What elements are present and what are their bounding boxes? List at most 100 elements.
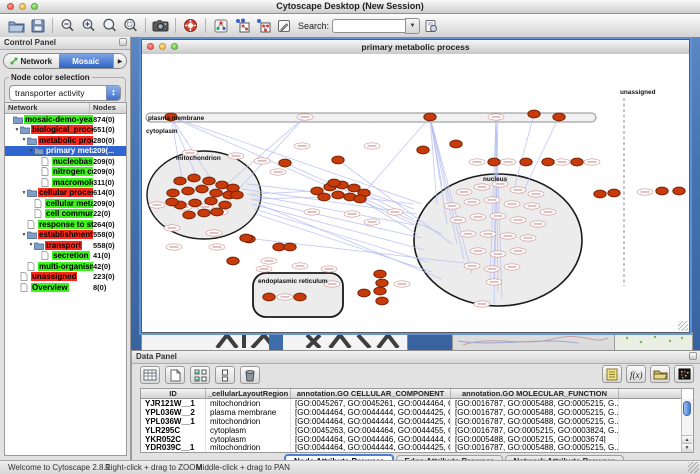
table-row[interactable]: YLR295Ccytoplasm[GO:0045263, GO:0044464,… bbox=[141, 426, 693, 435]
table-cell[interactable] bbox=[619, 408, 682, 417]
network-node-selected-color[interactable] bbox=[205, 197, 217, 205]
table-cell[interactable]: [GO:0016787, GO:0005488, GO:0005215, G..… bbox=[451, 443, 619, 452]
search-dropdown-icon[interactable]: ▼ bbox=[405, 18, 420, 34]
network-node-selected-color[interactable] bbox=[196, 185, 208, 193]
table-cell[interactable] bbox=[619, 435, 682, 444]
table-column-header[interactable] bbox=[619, 389, 682, 399]
table-cell[interactable] bbox=[619, 426, 682, 435]
network-edge[interactable] bbox=[364, 117, 430, 193]
table-cell[interactable]: [GO:0045267, GO:0045261, GO:0044464, G..… bbox=[291, 399, 451, 408]
region-mitochondrion[interactable] bbox=[147, 151, 261, 239]
network-node-selected-color[interactable] bbox=[376, 279, 388, 287]
scroll-down-icon[interactable]: ▼ bbox=[682, 443, 692, 452]
background-window[interactable] bbox=[452, 332, 616, 350]
network-edge[interactable] bbox=[254, 209, 428, 262]
table-cell[interactable]: YPL036W__2 bbox=[141, 408, 206, 417]
network-node-selected-color[interactable] bbox=[211, 208, 223, 216]
table-cell[interactable]: [GO:0005488, GO:0005215, GO:0003674] bbox=[451, 435, 619, 444]
network-edge[interactable] bbox=[256, 214, 432, 272]
table-row[interactable]: YJR121W__1mitochondrion[GO:0045267, GO:0… bbox=[141, 399, 693, 408]
network-node-selected-color[interactable] bbox=[553, 113, 565, 121]
network-node-selected-color[interactable] bbox=[203, 177, 215, 185]
network-view-window[interactable]: primary metabolic process plasma membran… bbox=[141, 39, 690, 333]
open-file-icon[interactable] bbox=[6, 16, 27, 35]
network-node-selected-color[interactable] bbox=[166, 198, 178, 206]
table-cell[interactable]: [GO:0044464, GO:0044444, GO:0044425, G..… bbox=[291, 443, 451, 452]
attribute-grid-icon[interactable] bbox=[140, 366, 160, 384]
network-node-selected-color[interactable] bbox=[424, 113, 436, 121]
network-tree-row[interactable]: response to stimulu264(0) bbox=[5, 219, 126, 230]
network-tree-row[interactable]: ▼transport558(0) bbox=[5, 240, 126, 251]
network-node-selected-color[interactable] bbox=[240, 234, 252, 242]
network-node-selected-color[interactable] bbox=[594, 190, 606, 198]
network-edge[interactable] bbox=[250, 199, 422, 238]
network-node-selected-color[interactable] bbox=[174, 177, 186, 185]
network-canvas[interactable]: plasma membranecytoplasmmitochondrionnuc… bbox=[142, 54, 689, 332]
zoom-out-icon[interactable] bbox=[57, 16, 78, 35]
table-cell[interactable] bbox=[619, 443, 682, 452]
background-window[interactable] bbox=[614, 332, 693, 350]
network-node-selected-color[interactable] bbox=[263, 293, 275, 301]
network-node-selected-color[interactable] bbox=[354, 195, 366, 203]
table-column-header[interactable]: annotation.GO CELLULAR_COMPONENT bbox=[291, 389, 451, 399]
table-cell[interactable]: mitochondrion bbox=[206, 417, 291, 426]
table-cell[interactable]: [GO:0044464, GO:0044444, GO:0044425, G..… bbox=[291, 408, 451, 417]
table-cell[interactable]: mitochondrion bbox=[206, 399, 291, 408]
table-cell[interactable]: YPL036W__1 bbox=[141, 417, 206, 426]
network-node-selected-color[interactable] bbox=[284, 243, 296, 251]
network-node-selected-color[interactable] bbox=[571, 158, 583, 166]
import-attributes-icon[interactable] bbox=[650, 365, 670, 383]
search-input[interactable] bbox=[332, 19, 405, 33]
network-tree-row[interactable]: cell communicat22(0) bbox=[5, 209, 126, 220]
table-cell[interactable]: cytoplasm bbox=[206, 426, 291, 435]
table-row[interactable]: YDR039C__1mitochondrion[GO:0044464, GO:0… bbox=[141, 443, 693, 452]
zoom-selected-icon[interactable] bbox=[120, 16, 141, 35]
table-column-header[interactable]: _cellularLayoutRegion bbox=[206, 389, 291, 399]
network-tree-row[interactable]: multi-organism pro42(0) bbox=[5, 261, 126, 272]
tree-column-nodes[interactable]: Nodes bbox=[90, 103, 126, 113]
table-row[interactable]: YPL036W__2plasma membrane[GO:0044464, GO… bbox=[141, 408, 693, 417]
network-node-selected-color[interactable] bbox=[374, 287, 386, 295]
table-cell[interactable]: cytoplasm bbox=[206, 435, 291, 444]
tab-mosaic[interactable]: Mosaic bbox=[59, 54, 114, 68]
network-node-selected-color[interactable] bbox=[198, 209, 210, 217]
network-tree-row[interactable]: ▼cellular process614(0) bbox=[5, 188, 126, 199]
network-edge[interactable] bbox=[430, 117, 442, 186]
zoom-in-icon[interactable] bbox=[78, 16, 99, 35]
table-cell[interactable]: [GO:0016787, GO:0005488, GO:0005215, G..… bbox=[451, 408, 619, 417]
select-attributes-icon[interactable] bbox=[190, 366, 210, 384]
float-panel-icon[interactable] bbox=[689, 352, 697, 360]
annotation-icon[interactable] bbox=[273, 16, 294, 35]
table-cell[interactable]: [GO:0044464, GO:0044446, GO:0044444, G..… bbox=[291, 435, 451, 444]
network-node-selected-color[interactable] bbox=[488, 158, 500, 166]
tree-column-network[interactable]: Network bbox=[5, 103, 90, 113]
network-node-selected-color[interactable] bbox=[656, 187, 668, 195]
table-row[interactable]: YPL036W__1mitochondrion[GO:0044464, GO:0… bbox=[141, 417, 693, 426]
network-tree-row[interactable]: secretion41(0) bbox=[5, 251, 126, 262]
network-tree-row[interactable]: ▼metabolic process280(0) bbox=[5, 135, 126, 146]
configure-search-icon[interactable] bbox=[420, 16, 441, 35]
scrollbar-thumb[interactable] bbox=[683, 401, 691, 416]
table-column-header[interactable]: annotation.GO MOLECULAR_FUNCTION bbox=[451, 389, 619, 399]
network-edge[interactable] bbox=[237, 117, 305, 191]
table-column-header[interactable]: ID bbox=[141, 389, 206, 399]
network-tree-row[interactable]: mosaic-demo-yeast874(0) bbox=[5, 114, 126, 125]
show-selected-nodes-icon[interactable] bbox=[252, 16, 273, 35]
network-node-selected-color[interactable] bbox=[210, 189, 222, 197]
network-node-selected-color[interactable] bbox=[450, 140, 462, 148]
table-cell[interactable] bbox=[619, 399, 682, 408]
network-tree-row[interactable]: macromolecule311(0) bbox=[5, 177, 126, 188]
network-tree-row[interactable]: nitrogen compo209(0) bbox=[5, 167, 126, 178]
network-node-selected-color[interactable] bbox=[332, 191, 344, 199]
app-resize-grip[interactable] bbox=[688, 462, 699, 473]
table-cell[interactable]: mitochondrion bbox=[206, 443, 291, 452]
network-node-selected-color[interactable] bbox=[188, 174, 200, 182]
network-node-selected-color[interactable] bbox=[183, 211, 195, 219]
table-cell[interactable]: [GO:0045263, GO:0044464, GO:0044455, G..… bbox=[291, 426, 451, 435]
network-tree-row[interactable]: ▼establishment of lo558(0) bbox=[5, 230, 126, 241]
table-cell[interactable] bbox=[619, 417, 682, 426]
network-overview-icon[interactable] bbox=[210, 16, 231, 35]
network-node-selected-color[interactable] bbox=[216, 181, 228, 189]
network-tree-row[interactable]: ▼biological_process651(0) bbox=[5, 125, 126, 136]
network-node-selected-color[interactable] bbox=[231, 191, 243, 199]
